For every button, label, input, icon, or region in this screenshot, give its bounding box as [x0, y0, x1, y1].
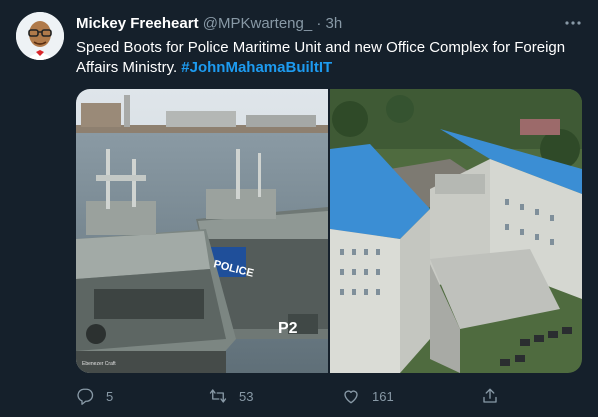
- photo-watermark: Ebenezer Craft: [82, 361, 116, 367]
- hashtag-link[interactable]: #JohnMahamaBuiltIT: [181, 59, 332, 76]
- like-icon: [344, 390, 358, 404]
- tweet-media[interactable]: POLICE P2 Ebenezer Craft: [76, 89, 582, 373]
- timestamp[interactable]: 3h: [326, 15, 343, 32]
- author-handle[interactable]: @MPKwarteng_: [203, 15, 312, 32]
- retweet-button[interactable]: 53: [209, 385, 253, 407]
- more-icon[interactable]: [564, 14, 582, 32]
- retweet-count: 53: [239, 388, 254, 404]
- separator: ·: [312, 15, 326, 32]
- tweet-text: Speed Boots for Police Maritime Unit and…: [76, 38, 582, 78]
- tweet-actions: 5 53 161: [76, 385, 582, 407]
- like-button[interactable]: 161: [342, 385, 394, 407]
- tweet-header: Mickey Freeheart @MPKwarteng_ · 3h: [76, 14, 582, 34]
- like-count: 161: [372, 388, 394, 404]
- reply-button[interactable]: 5: [76, 385, 113, 407]
- police-boats-image[interactable]: POLICE P2 Ebenezer Craft: [76, 89, 328, 373]
- reply-count: 5: [106, 388, 114, 404]
- share-icon: [483, 388, 497, 403]
- office-complex-image[interactable]: [330, 89, 582, 373]
- boat-label-p2: P2: [278, 320, 298, 337]
- reply-icon: [77, 388, 94, 405]
- avatar[interactable]: [16, 12, 64, 60]
- avatar-image: [16, 12, 64, 60]
- share-button[interactable]: [481, 385, 499, 407]
- author-name[interactable]: Mickey Freeheart: [76, 15, 199, 32]
- retweet-icon: [209, 389, 227, 403]
